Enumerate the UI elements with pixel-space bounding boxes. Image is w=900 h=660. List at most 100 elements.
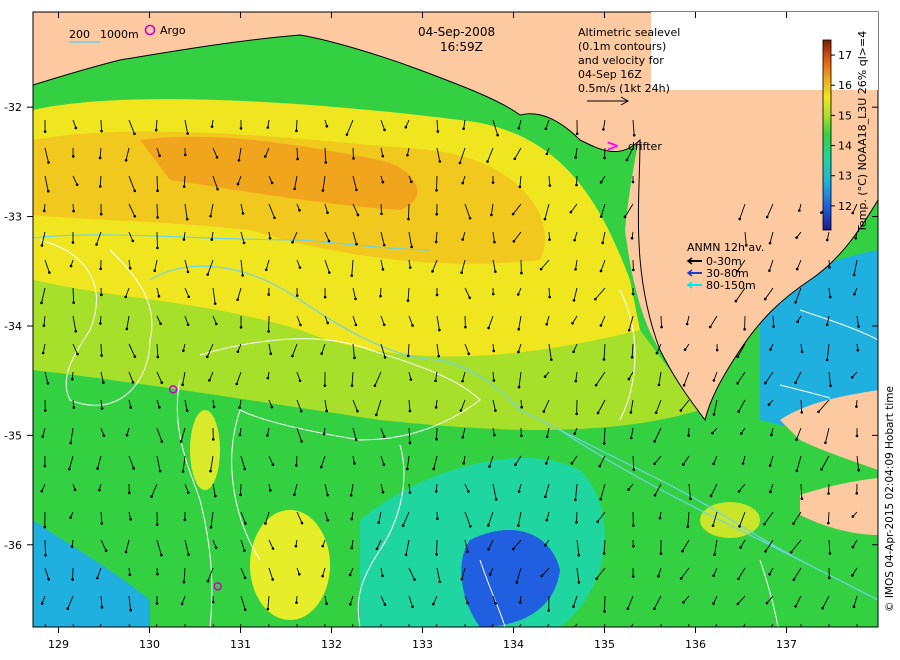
velocity-arrow-head (492, 349, 496, 353)
altimetry-note-line: (0.1m contours) (578, 40, 666, 53)
velocity-arrow-head (267, 629, 270, 632)
velocity-arrow-head (322, 432, 326, 436)
velocity-arrow-head (243, 576, 247, 580)
velocity-arrow-head (125, 433, 129, 437)
velocity-arrow-head (74, 126, 78, 130)
velocity-arrow-head (548, 295, 551, 299)
velocity-arrow-head (462, 127, 465, 131)
velocity-arrow-head (133, 189, 137, 193)
velocity-arrow-head (264, 268, 268, 272)
velocity-arrow-head (625, 158, 629, 162)
time-label: 16:59Z (440, 40, 483, 54)
velocity-arrow-head (435, 293, 439, 297)
velocity-arrow-head (98, 488, 101, 492)
velocity-arrow-head (181, 470, 185, 473)
velocity-arrow-head (43, 525, 47, 529)
velocity-arrow-head (574, 379, 578, 383)
velocity-arrow-head (599, 180, 603, 184)
velocity-arrow-head (574, 498, 577, 502)
velocity-arrow-head (491, 292, 495, 296)
scale-bar-label-b: 1000m (100, 28, 139, 41)
velocity-arrow-head (46, 189, 50, 193)
velocity-arrow-head (156, 189, 159, 193)
velocity-arrow-head (158, 154, 161, 158)
velocity-arrow-head (131, 239, 135, 243)
velocity-arrow-head (517, 524, 520, 527)
velocity-arrow-head (435, 212, 439, 216)
velocity-arrow-head (768, 572, 771, 576)
velocity-arrow-head (356, 409, 359, 413)
velocity-arrow-head (573, 238, 576, 242)
velocity-arrow-head (321, 544, 325, 548)
velocity-arrow-head (235, 382, 239, 386)
velocity-arrow-head (468, 216, 472, 220)
velocity-arrow-head (293, 187, 296, 191)
velocity-arrow-head (539, 267, 543, 271)
velocity-arrow-head (827, 576, 831, 580)
velocity-arrow-head (626, 607, 630, 610)
y-tick-label: -32 (4, 101, 22, 114)
colorbar-label: Temp. (°C) NOAA18_L3U 26% ql>=4 (856, 31, 869, 233)
velocity-arrow-head (653, 440, 656, 443)
velocity-arrow-head (327, 271, 331, 274)
velocity-arrow-head (100, 407, 104, 410)
velocity-arrow-head (44, 553, 47, 557)
velocity-arrow-head (467, 352, 471, 356)
velocity-arrow-head (768, 269, 771, 272)
velocity-arrow-head (185, 409, 189, 412)
velocity-arrow-head (434, 240, 438, 244)
velocity-arrow-head (520, 405, 523, 409)
velocity-arrow-head (461, 181, 465, 185)
velocity-arrow-head (236, 182, 240, 186)
velocity-arrow-head (736, 382, 739, 385)
velocity-arrow-head (767, 403, 771, 406)
velocity-arrow-head (458, 161, 462, 165)
velocity-arrow-head (825, 238, 829, 242)
velocity-arrow-head (630, 355, 634, 359)
velocity-arrow-head (572, 299, 576, 302)
velocity-arrow-head (241, 212, 245, 215)
velocity-arrow-head (491, 181, 495, 184)
velocity-arrow-head (488, 573, 492, 576)
velocity-arrow-head (98, 156, 102, 160)
velocity-arrow-head (737, 577, 740, 581)
velocity-arrow-head (494, 270, 497, 273)
velocity-arrow-head (490, 629, 493, 632)
velocity-arrow-head (627, 488, 630, 491)
velocity-arrow-head (544, 543, 547, 547)
velocity-arrow-head (406, 299, 410, 302)
velocity-arrow-head (689, 497, 692, 501)
velocity-arrow-head (712, 462, 715, 466)
velocity-arrow-head (375, 413, 378, 417)
velocity-arrow-head (209, 469, 212, 473)
velocity-arrow-head (493, 240, 496, 244)
velocity-arrow-head (128, 573, 132, 577)
velocity-arrow-head (133, 132, 136, 136)
velocity-arrow-head (273, 216, 276, 220)
velocity-arrow-head (406, 153, 409, 157)
velocity-arrow-head (72, 406, 76, 409)
velocity-arrow-head (296, 632, 299, 635)
velocity-arrow-head (382, 463, 386, 466)
velocity-arrow-head (492, 379, 496, 382)
velocity-arrow-head (494, 409, 497, 412)
velocity-arrow-head (180, 602, 184, 606)
velocity-arrow-head (828, 266, 831, 269)
velocity-arrow-head (494, 497, 498, 501)
velocity-arrow-head (851, 545, 855, 549)
velocity-arrow-head (467, 490, 470, 493)
velocity-arrow-head (127, 491, 131, 495)
velocity-arrow-head (323, 631, 326, 634)
velocity-arrow-head (518, 601, 522, 604)
velocity-arrow-head (657, 574, 660, 578)
velocity-arrow-head (238, 433, 242, 437)
velocity-arrow-head (71, 155, 75, 158)
velocity-arrow-head (383, 356, 387, 359)
velocity-arrow-head (186, 323, 190, 327)
velocity-arrow-head (102, 381, 105, 384)
velocity-arrow-head (856, 631, 859, 634)
x-tick-label: 129 (48, 638, 69, 651)
velocity-arrow-head (206, 579, 210, 583)
velocity-arrow-head (548, 238, 551, 241)
velocity-arrow-head (682, 601, 685, 604)
